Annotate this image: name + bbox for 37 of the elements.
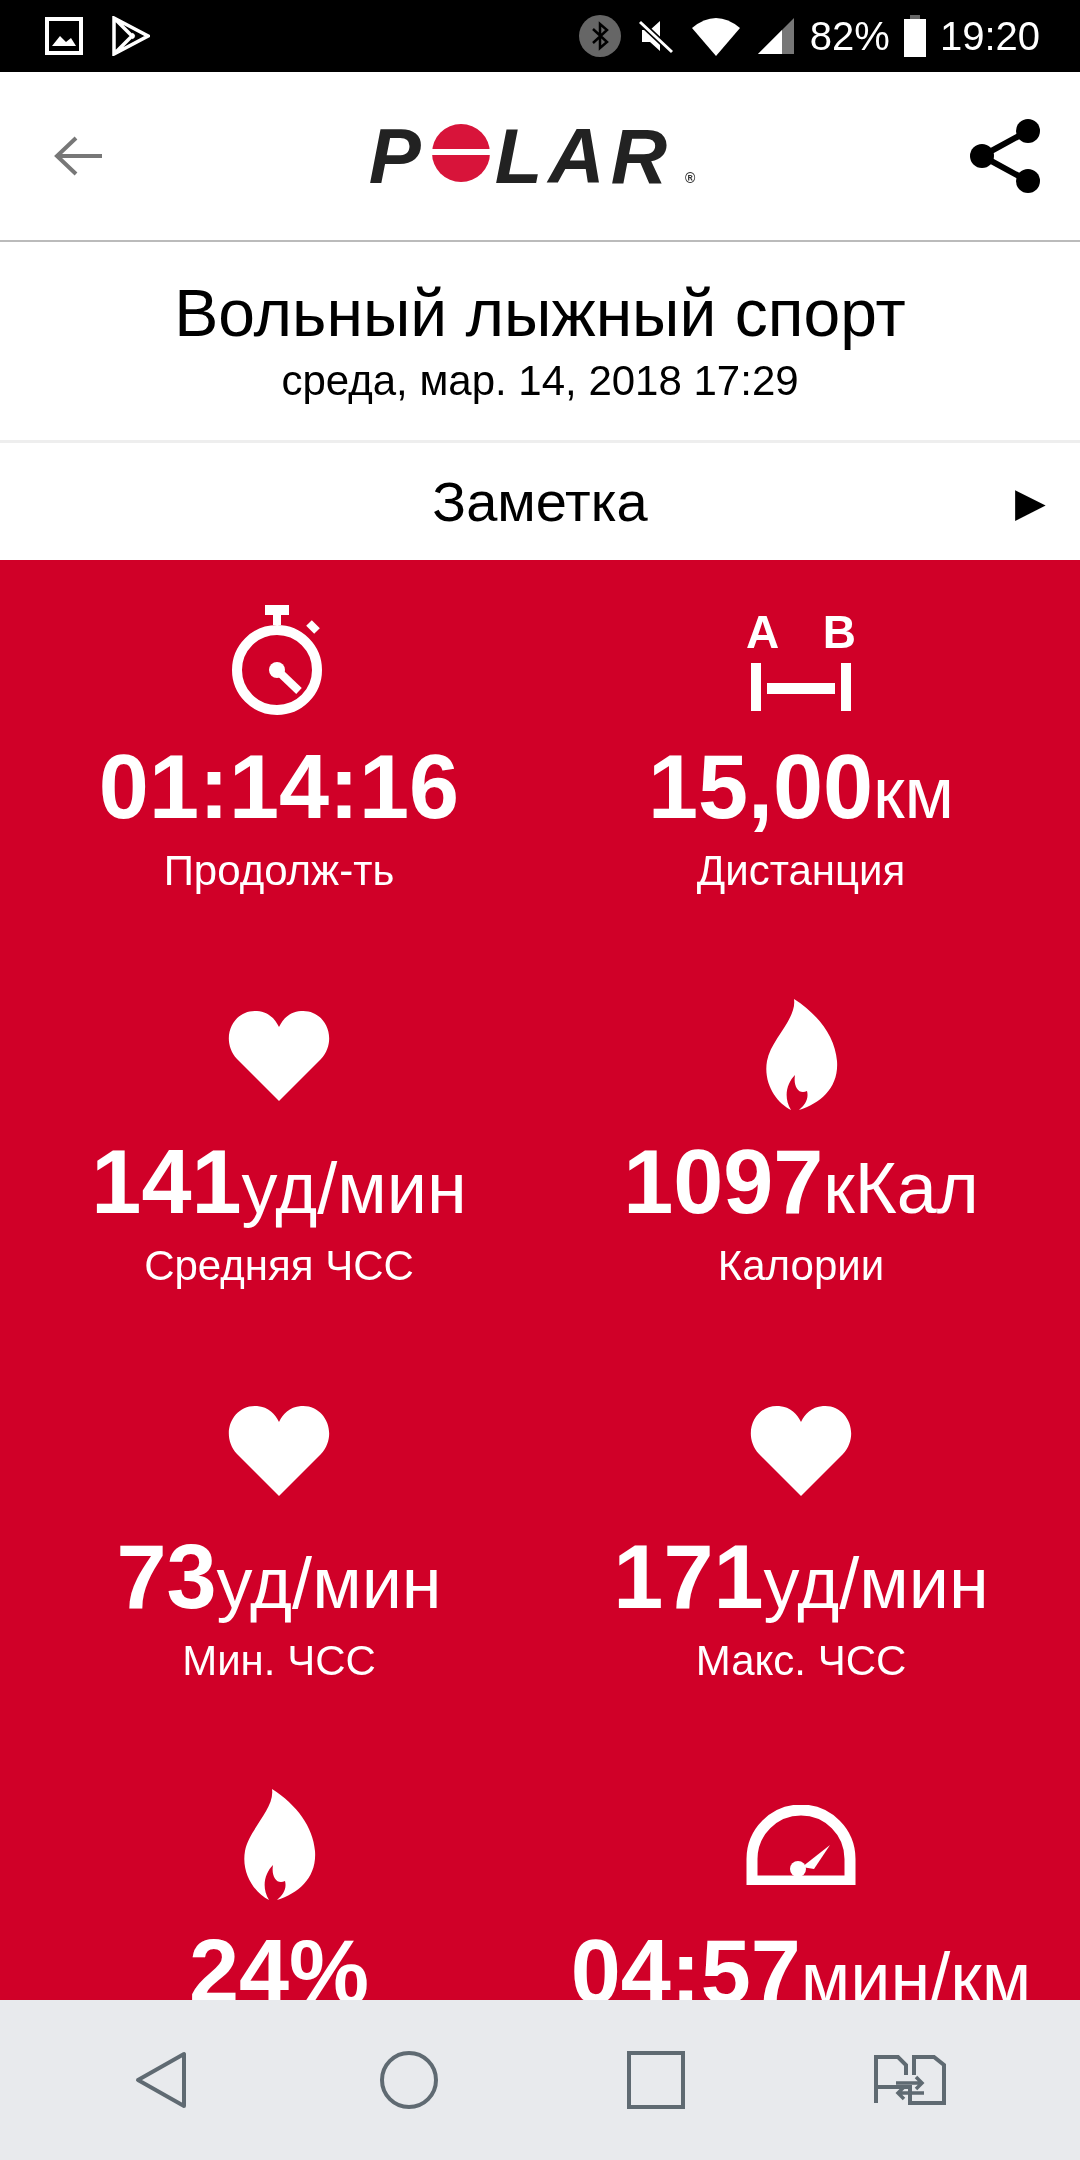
play-store-icon <box>110 16 150 56</box>
stat-value: 141уд/мин <box>91 1133 467 1232</box>
workout-date: среда, мар. 14, 2018 17:29 <box>281 357 799 406</box>
note-row[interactable]: Заметка ▶ <box>0 443 1080 560</box>
home-icon[interactable] <box>378 2050 439 2110</box>
stat-value: 15,00км <box>647 738 955 837</box>
heart-icon <box>227 1404 331 1496</box>
sim-switch-icon[interactable] <box>873 2055 946 2105</box>
stat-label: Макс. ЧСС <box>695 1637 907 1685</box>
logo-circle-icon <box>430 122 491 183</box>
battery-icon <box>903 15 926 57</box>
stat-value: 24% <box>188 1923 370 2022</box>
back-arrow-icon[interactable] <box>52 134 104 178</box>
logo-text: LAR <box>494 110 673 202</box>
logo-text: P <box>368 110 427 202</box>
speedometer-icon <box>746 1805 856 1885</box>
stat-label: Калории <box>717 1242 885 1290</box>
bluetooth-icon <box>577 14 622 58</box>
heart-icon <box>227 1009 331 1101</box>
flame-icon <box>241 1789 317 1901</box>
stat-label: Дистанция <box>696 847 906 895</box>
stat-label: Средняя ЧСС <box>144 1242 414 1290</box>
stat-value: 1097кКал <box>623 1133 979 1232</box>
stat-label: Продолж-ть <box>163 847 395 895</box>
stat-value: 01:14:16 <box>98 738 460 837</box>
stat-value: 171уд/мин <box>613 1528 989 1627</box>
recents-icon[interactable] <box>627 2051 686 2109</box>
gallery-icon <box>44 16 84 56</box>
workout-title: Вольный лыжный спорт <box>174 276 906 350</box>
clock-time: 19:20 <box>939 13 1040 59</box>
battery-percent: 82% <box>809 13 890 59</box>
heart-icon <box>749 1404 853 1496</box>
flame-icon <box>763 999 839 1111</box>
wifi-icon <box>689 16 742 56</box>
stat-label: Мин. ЧСС <box>182 1637 376 1685</box>
stat-value: 73уд/мин <box>116 1528 442 1627</box>
registered-mark: ® <box>685 169 702 186</box>
